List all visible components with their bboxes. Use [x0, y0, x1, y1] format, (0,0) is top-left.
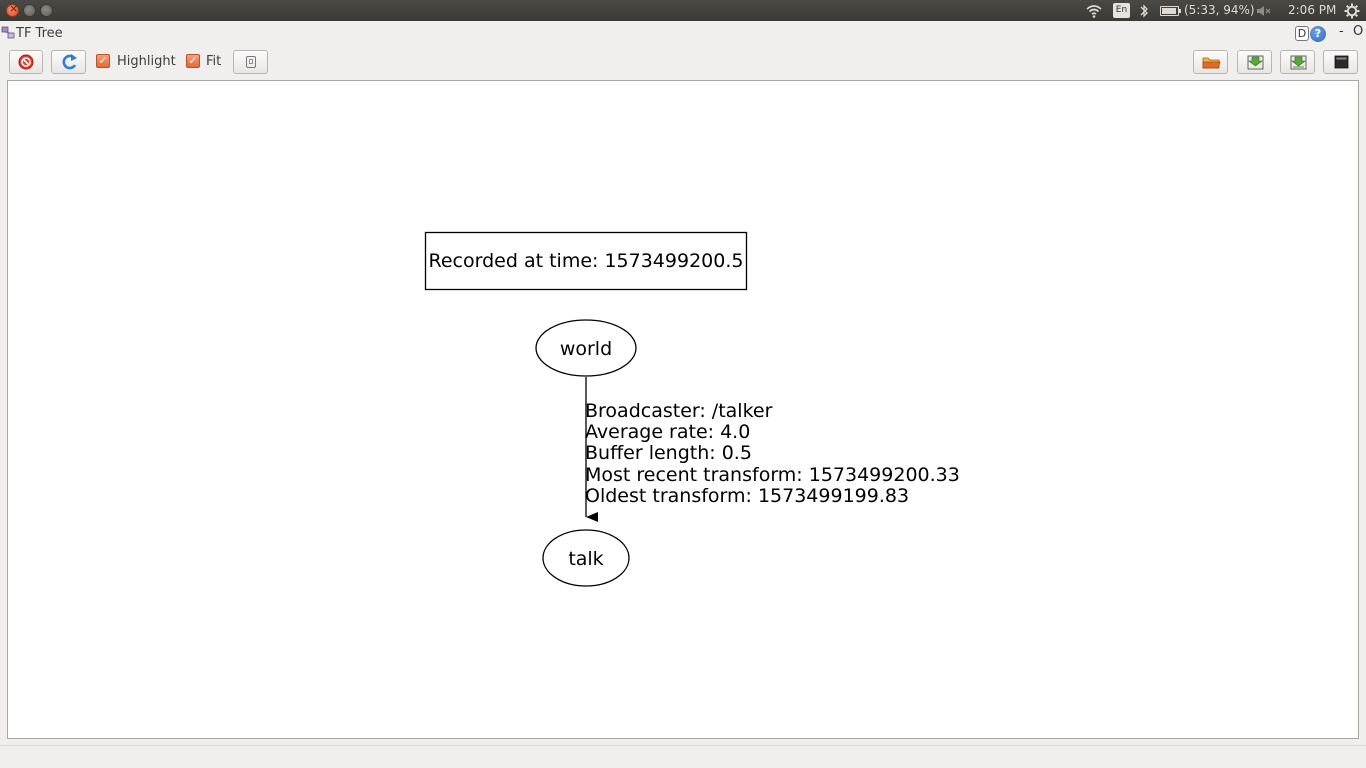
battery-status-text: (5:33, 94%) [1184, 3, 1255, 17]
plugin-close-button[interactable]: O [1353, 24, 1363, 39]
help-button[interactable]: ? [1310, 26, 1326, 42]
node-world-label: world [560, 338, 612, 360]
small-view-button[interactable] [233, 50, 268, 74]
system-top-bar: En (5:33, 94%) 2:06 PM [0, 0, 1366, 21]
tf-tree-graph: Recorded at time: 1573499200.5 world Bro… [424, 231, 960, 587]
edge-label-broadcaster: Broadcaster: /talker [585, 400, 773, 422]
edge-world-talk[interactable]: Broadcaster: /talker Average rate: 4.0 B… [585, 377, 960, 522]
highlight-label[interactable]: Highlight [117, 54, 176, 69]
dock-toggle-button[interactable]: D [1295, 26, 1309, 41]
refresh-button[interactable] [51, 50, 86, 74]
small-square-icon [246, 56, 256, 68]
recorded-time-label: Recorded at time: 1573499200.5 [429, 250, 744, 272]
battery-level-fill [1162, 8, 1177, 14]
stop-icon [18, 54, 34, 70]
system-gear-icon[interactable] [1344, 3, 1360, 19]
fit-checkbox[interactable]: ✓ [186, 54, 200, 68]
save-image-icon [1247, 55, 1264, 70]
window-close-button[interactable] [6, 2, 19, 17]
edge-label-oldest: Oldest transform: 1573499199.83 [585, 485, 909, 507]
keyboard-language-indicator[interactable]: En [1113, 3, 1130, 18]
node-talk[interactable]: talk [542, 529, 630, 587]
tf-tree-app-icon [1, 26, 15, 39]
stop-button[interactable] [9, 50, 43, 74]
graph-canvas[interactable]: Recorded at time: 1573499200.5 world Bro… [7, 80, 1359, 739]
volume-muted-icon[interactable] [1256, 4, 1272, 18]
battery-icon[interactable] [1160, 6, 1181, 16]
node-world[interactable]: world [535, 319, 637, 377]
fullscreen-button[interactable] [1323, 50, 1358, 74]
wifi-icon[interactable] [1085, 3, 1103, 19]
recorded-time-box: Recorded at time: 1573499200.5 [424, 231, 748, 291]
clock[interactable]: 2:06 PM [1288, 0, 1336, 21]
highlight-checkbox[interactable]: ✓ [96, 54, 110, 68]
edge-label-buffer-length: Buffer length: 0.5 [585, 442, 752, 464]
edge-label-average-rate: Average rate: 4.0 [585, 421, 750, 443]
fit-label[interactable]: Fit [206, 54, 221, 69]
folder-open-icon [1202, 57, 1221, 69]
window-minimize-button[interactable] [23, 4, 36, 17]
status-bar [0, 745, 1366, 768]
window-maximize-button[interactable] [40, 4, 53, 17]
plugin-minimize-button[interactable]: - [1339, 24, 1344, 39]
fullscreen-icon [1334, 55, 1349, 69]
save-dot-icon [1290, 55, 1307, 70]
load-dot-file-button[interactable] [1193, 50, 1228, 74]
save-image-button[interactable] [1237, 50, 1272, 74]
plugin-title: TF Tree [16, 26, 63, 41]
refresh-icon [62, 54, 77, 70]
plugin-title-bar: TF Tree D ? - O [0, 21, 1366, 46]
bluetooth-icon[interactable] [1139, 3, 1149, 19]
node-talk-label: talk [568, 548, 603, 570]
save-dot-button[interactable] [1280, 50, 1315, 74]
edge-label-most-recent: Most recent transform: 1573499200.33 [585, 464, 960, 486]
